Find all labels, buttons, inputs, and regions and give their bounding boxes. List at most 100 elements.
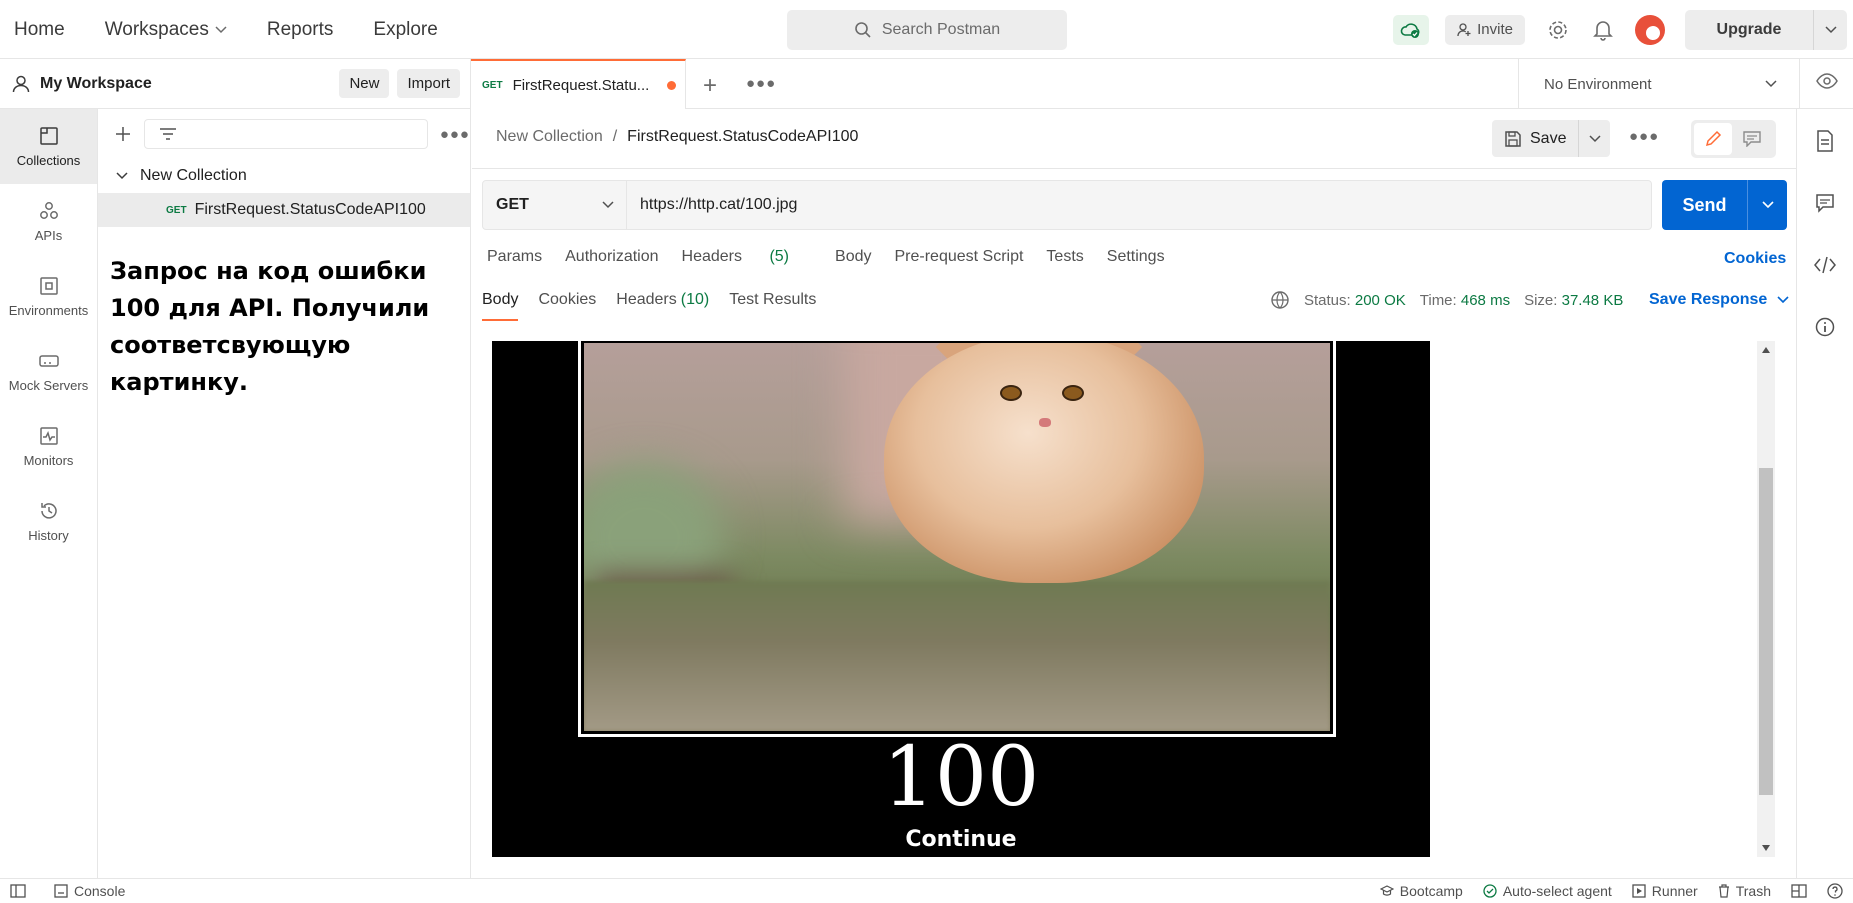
breadcrumb-request[interactable]: FirstRequest.StatusCodeAPI100 [627,128,858,146]
nav-reports[interactable]: Reports [267,19,334,41]
settings-button[interactable] [1545,17,1571,43]
edit-mode-button[interactable] [1694,123,1732,155]
nav-home[interactable]: Home [14,19,65,41]
response-tab-test-results[interactable]: Test Results [729,283,816,321]
scroll-thumb[interactable] [1759,468,1773,795]
request-more-options-icon[interactable]: ●●● [1629,128,1659,145]
agent-select-button[interactable]: Auto-select agent [1483,883,1612,899]
comments-button[interactable] [1797,173,1853,233]
workspace-buttons: New Import [339,69,460,98]
url-input[interactable]: https://http.cat/100.jpg [627,181,1651,229]
rail-item-collections[interactable]: Collections [0,109,97,184]
rail-label-collections: Collections [16,153,81,168]
layout-icon[interactable] [1791,884,1807,898]
globe-icon[interactable] [1270,290,1290,310]
import-button[interactable]: Import [397,69,460,98]
runner-icon [1632,884,1646,898]
request-tab[interactable]: GET FirstRequest.Statu... [471,59,686,109]
request-item[interactable]: GET FirstRequest.StatusCodeAPI100 [98,193,470,227]
rail-item-history[interactable]: History [0,484,97,559]
breadcrumb-collection[interactable]: New Collection [496,128,603,146]
filter-icon [159,128,176,140]
trash-button[interactable]: Trash [1718,883,1771,899]
tab-authorization[interactable]: Authorization [565,248,658,266]
avatar[interactable] [1635,14,1665,45]
tab-prerequest-script[interactable]: Pre-request Script [894,248,1023,266]
chevron-down-icon [1765,80,1777,88]
sync-status-button[interactable] [1393,14,1430,45]
comment-mode-button[interactable] [1732,123,1772,155]
tab-settings[interactable]: Settings [1107,248,1165,266]
filter-input[interactable] [143,119,428,149]
more-options-icon[interactable]: ●●● [440,126,470,143]
rail-item-monitors[interactable]: Monitors [0,409,97,484]
save-button[interactable]: Save [1492,120,1578,157]
eye-icon[interactable] [1816,73,1838,89]
chevron-down-icon [1761,201,1774,209]
response-tab-headers-label: Headers [616,291,677,308]
tab-title: FirstRequest.Statu... [512,76,650,94]
send-button[interactable]: Send [1662,180,1747,230]
response-tab-headers[interactable]: Headers (10) [616,283,709,321]
tab-body[interactable]: Body [835,248,871,266]
request-method-badge: GET [166,204,187,216]
chevron-down-icon[interactable] [116,172,128,180]
tab-headers-label: Headers [681,248,742,265]
status-bar: Console Bootcamp Auto-select agent Runne… [0,878,1853,903]
plus-icon[interactable] [114,125,132,143]
workspace-title[interactable]: My Workspace [12,75,152,93]
bootcamp-button[interactable]: Bootcamp [1379,883,1463,899]
runner-button[interactable]: Runner [1632,883,1698,899]
tab-tests[interactable]: Tests [1046,248,1083,266]
new-button[interactable]: New [339,69,390,98]
top-right-controls: Invite Upgrade [1393,0,1853,59]
new-tab-plus-icon[interactable]: + [703,72,717,100]
collection-item[interactable]: New Collection [98,159,470,193]
sidebar-toggle-icon[interactable] [10,884,26,898]
documentation-button[interactable] [1797,111,1853,171]
response-scrollbar[interactable] [1757,341,1775,857]
annotation-note: Запрос на код ошибки 100 для API. Получи… [110,257,430,396]
code-button[interactable] [1797,235,1853,295]
top-nav: Home Workspaces Reports Explore [14,0,478,59]
notifications-button[interactable] [1590,17,1616,43]
nav-workspaces[interactable]: Workspaces [105,19,227,41]
size-value: 37.48 KB [1561,291,1624,309]
save-label: Save [1530,129,1567,147]
info-button[interactable] [1797,297,1853,357]
save-dropdown[interactable] [1578,120,1610,157]
response-tab-cookies[interactable]: Cookies [538,283,596,321]
tab-more-options-icon[interactable]: ●●● [746,75,776,92]
invite-button[interactable]: Invite [1445,14,1525,45]
size-label: Size: [1524,291,1558,309]
rail-item-mock-servers[interactable]: Mock Servers [0,334,97,409]
rail-item-environments[interactable]: Environments [0,259,97,334]
help-icon[interactable] [1827,883,1843,899]
method-select[interactable]: GET [483,181,627,229]
response-tab-body[interactable]: Body [482,283,519,321]
environment-select[interactable]: No Environment [1518,59,1800,109]
upgrade-button[interactable]: Upgrade [1685,9,1847,50]
send-dropdown[interactable] [1747,180,1787,230]
scroll-up-arrow[interactable] [1762,347,1770,353]
cat-photo [584,343,1330,731]
time-meta[interactable]: Time: 468 ms [1420,292,1510,309]
cat-eye [1000,385,1022,401]
apis-icon [39,202,58,219]
image-status-caption: Continue [905,827,1017,852]
tab-headers[interactable]: Headers (5) [682,248,813,266]
nav-explore[interactable]: Explore [373,19,437,41]
console-button[interactable]: Console [54,883,125,899]
size-meta[interactable]: Size: 37.48 KB [1524,292,1623,309]
time-value: 468 ms [1460,291,1511,309]
cookies-link[interactable]: Cookies [1724,250,1786,268]
upgrade-dropdown[interactable] [1813,9,1847,50]
search-bar[interactable]: Search Postman [787,10,1067,50]
tab-params[interactable]: Params [487,248,542,266]
tab-method-badge: GET [482,79,503,91]
save-response-button[interactable]: Save Response [1649,291,1789,309]
console-icon [54,884,68,898]
status-meta[interactable]: Status: 200 OK [1304,292,1406,309]
scroll-down-arrow[interactable] [1762,845,1770,851]
rail-item-apis[interactable]: APIs [0,184,97,259]
